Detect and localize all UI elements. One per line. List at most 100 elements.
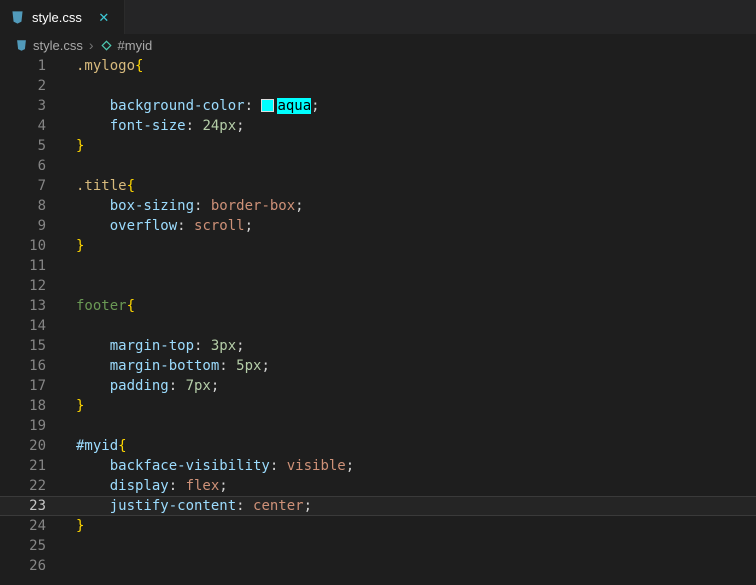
code-token: : [236, 498, 254, 514]
code-token: ; [295, 198, 304, 214]
editor-line[interactable]: 22 display: flex; [0, 476, 756, 496]
breadcrumb-symbol[interactable]: #myid [118, 38, 153, 53]
code-token: : [168, 378, 186, 394]
code-token: : [168, 478, 186, 494]
code-editor[interactable]: 1 .mylogo{2 3 background-color: aqua; 4 fon… [0, 56, 756, 585]
code-token: : [194, 198, 211, 214]
line-number: 1 [37, 58, 46, 74]
editor-line[interactable]: 25 [0, 536, 756, 556]
editor-line[interactable]: 3 background-color: aqua; [0, 96, 756, 116]
code-token: 24px [202, 118, 237, 134]
line-number: 14 [29, 318, 46, 334]
editor-line[interactable]: 20 #myid{ [0, 436, 756, 456]
chevron-right-icon: › [88, 37, 94, 53]
code-text: } [62, 396, 84, 416]
editor-line[interactable]: 26 [0, 556, 756, 576]
code-text: .title{ [62, 176, 135, 196]
code-text: box-sizing: border-box; [62, 196, 304, 216]
editor-line[interactable]: 24} [0, 516, 756, 536]
line-number: 6 [37, 158, 46, 174]
editor-line[interactable]: 1 .mylogo{ [0, 56, 756, 76]
line-number: 17 [29, 378, 46, 394]
close-icon[interactable]: ✕ [95, 8, 113, 26]
code-token: backface-visibility [76, 458, 270, 474]
code-token: : [219, 358, 237, 374]
code-token: : [269, 458, 287, 474]
code-text: justify-content: center; [62, 496, 312, 516]
line-number: 11 [29, 258, 46, 274]
line-number: 16 [29, 358, 46, 374]
code-token: ; [244, 218, 254, 234]
editor-line[interactable]: 2 [0, 76, 756, 96]
code-token: ; [261, 358, 270, 374]
code-token: background-color [76, 98, 245, 114]
breadcrumb-file[interactable]: style.css [33, 38, 83, 53]
css-file-icon [10, 10, 25, 25]
code-token: border-box [210, 198, 296, 214]
code-token: visible [286, 458, 346, 474]
line-number: 19 [29, 418, 46, 434]
line-number: 18 [29, 398, 46, 414]
code-text: margin-top: 3px; [62, 336, 245, 356]
code-token: ; [236, 118, 245, 134]
code-token: { [126, 298, 136, 314]
editor-line[interactable]: 19 [0, 416, 756, 436]
editor-line[interactable]: 9 overflow: scroll; [0, 216, 756, 236]
code-token: { [135, 58, 144, 74]
code-token: margin-bottom [76, 358, 220, 374]
editor-line[interactable]: 8 box-sizing: border-box; [0, 196, 756, 216]
editor-line[interactable]: 7 .title{ [0, 176, 756, 196]
color-swatch[interactable] [261, 99, 275, 112]
line-number: 10 [29, 238, 46, 254]
code-token: ; [345, 458, 355, 474]
editor-line[interactable]: 10} [0, 236, 756, 256]
code-token: .title [76, 178, 127, 194]
editor-line[interactable]: 23 justify-content: center; [0, 496, 756, 516]
code-text: #myid{ [62, 436, 127, 456]
code-token: } [76, 138, 85, 154]
code-token: ; [210, 378, 220, 394]
code-text: backface-visibility: visible; [62, 456, 354, 476]
tab-style-css[interactable]: style.css ✕ [0, 0, 125, 34]
code-token: display [76, 478, 169, 494]
editor-line[interactable]: 12 [0, 276, 756, 296]
line-number: 9 [37, 218, 46, 234]
editor-line[interactable]: 13 footer{ [0, 296, 756, 316]
line-number: 26 [29, 558, 46, 574]
code-text: } [62, 136, 84, 156]
code-token: overflow [76, 218, 178, 234]
editor-line[interactable]: 15 margin-top: 3px; [0, 336, 756, 356]
code-text: margin-bottom: 5px; [62, 356, 270, 376]
code-token: font-size [76, 118, 186, 134]
code-token: margin-top [76, 338, 195, 354]
code-token: : [177, 218, 195, 234]
code-text: font-size: 24px; [62, 116, 245, 136]
editor-lines: 1 .mylogo{2 3 background-color: aqua; 4 fon… [0, 56, 756, 576]
editor-line[interactable]: 11 [0, 256, 756, 276]
code-text: overflow: scroll; [62, 216, 253, 236]
editor-line[interactable]: 5} [0, 136, 756, 156]
editor-line[interactable]: 4 font-size: 24px; [0, 116, 756, 136]
editor-line[interactable]: 21 backface-visibility: visible; [0, 456, 756, 476]
code-token: } [76, 238, 85, 254]
editor-line[interactable]: 16 margin-bottom: 5px; [0, 356, 756, 376]
code-token: ; [311, 98, 320, 114]
editor-line[interactable]: 18} [0, 396, 756, 416]
line-number: 7 [37, 178, 46, 194]
editor-line[interactable]: 14 [0, 316, 756, 336]
code-token: 3px [210, 338, 237, 354]
code-token: aqua [277, 98, 312, 114]
line-number: 21 [29, 458, 46, 474]
code-text: .mylogo{ [62, 56, 143, 76]
editor-line[interactable]: 6 [0, 156, 756, 176]
line-number: 22 [29, 478, 46, 494]
code-text: background-color: aqua; [62, 96, 320, 116]
code-token: { [126, 178, 136, 194]
code-token: ; [219, 478, 228, 494]
editor-line[interactable]: 17 padding: 7px; [0, 376, 756, 396]
